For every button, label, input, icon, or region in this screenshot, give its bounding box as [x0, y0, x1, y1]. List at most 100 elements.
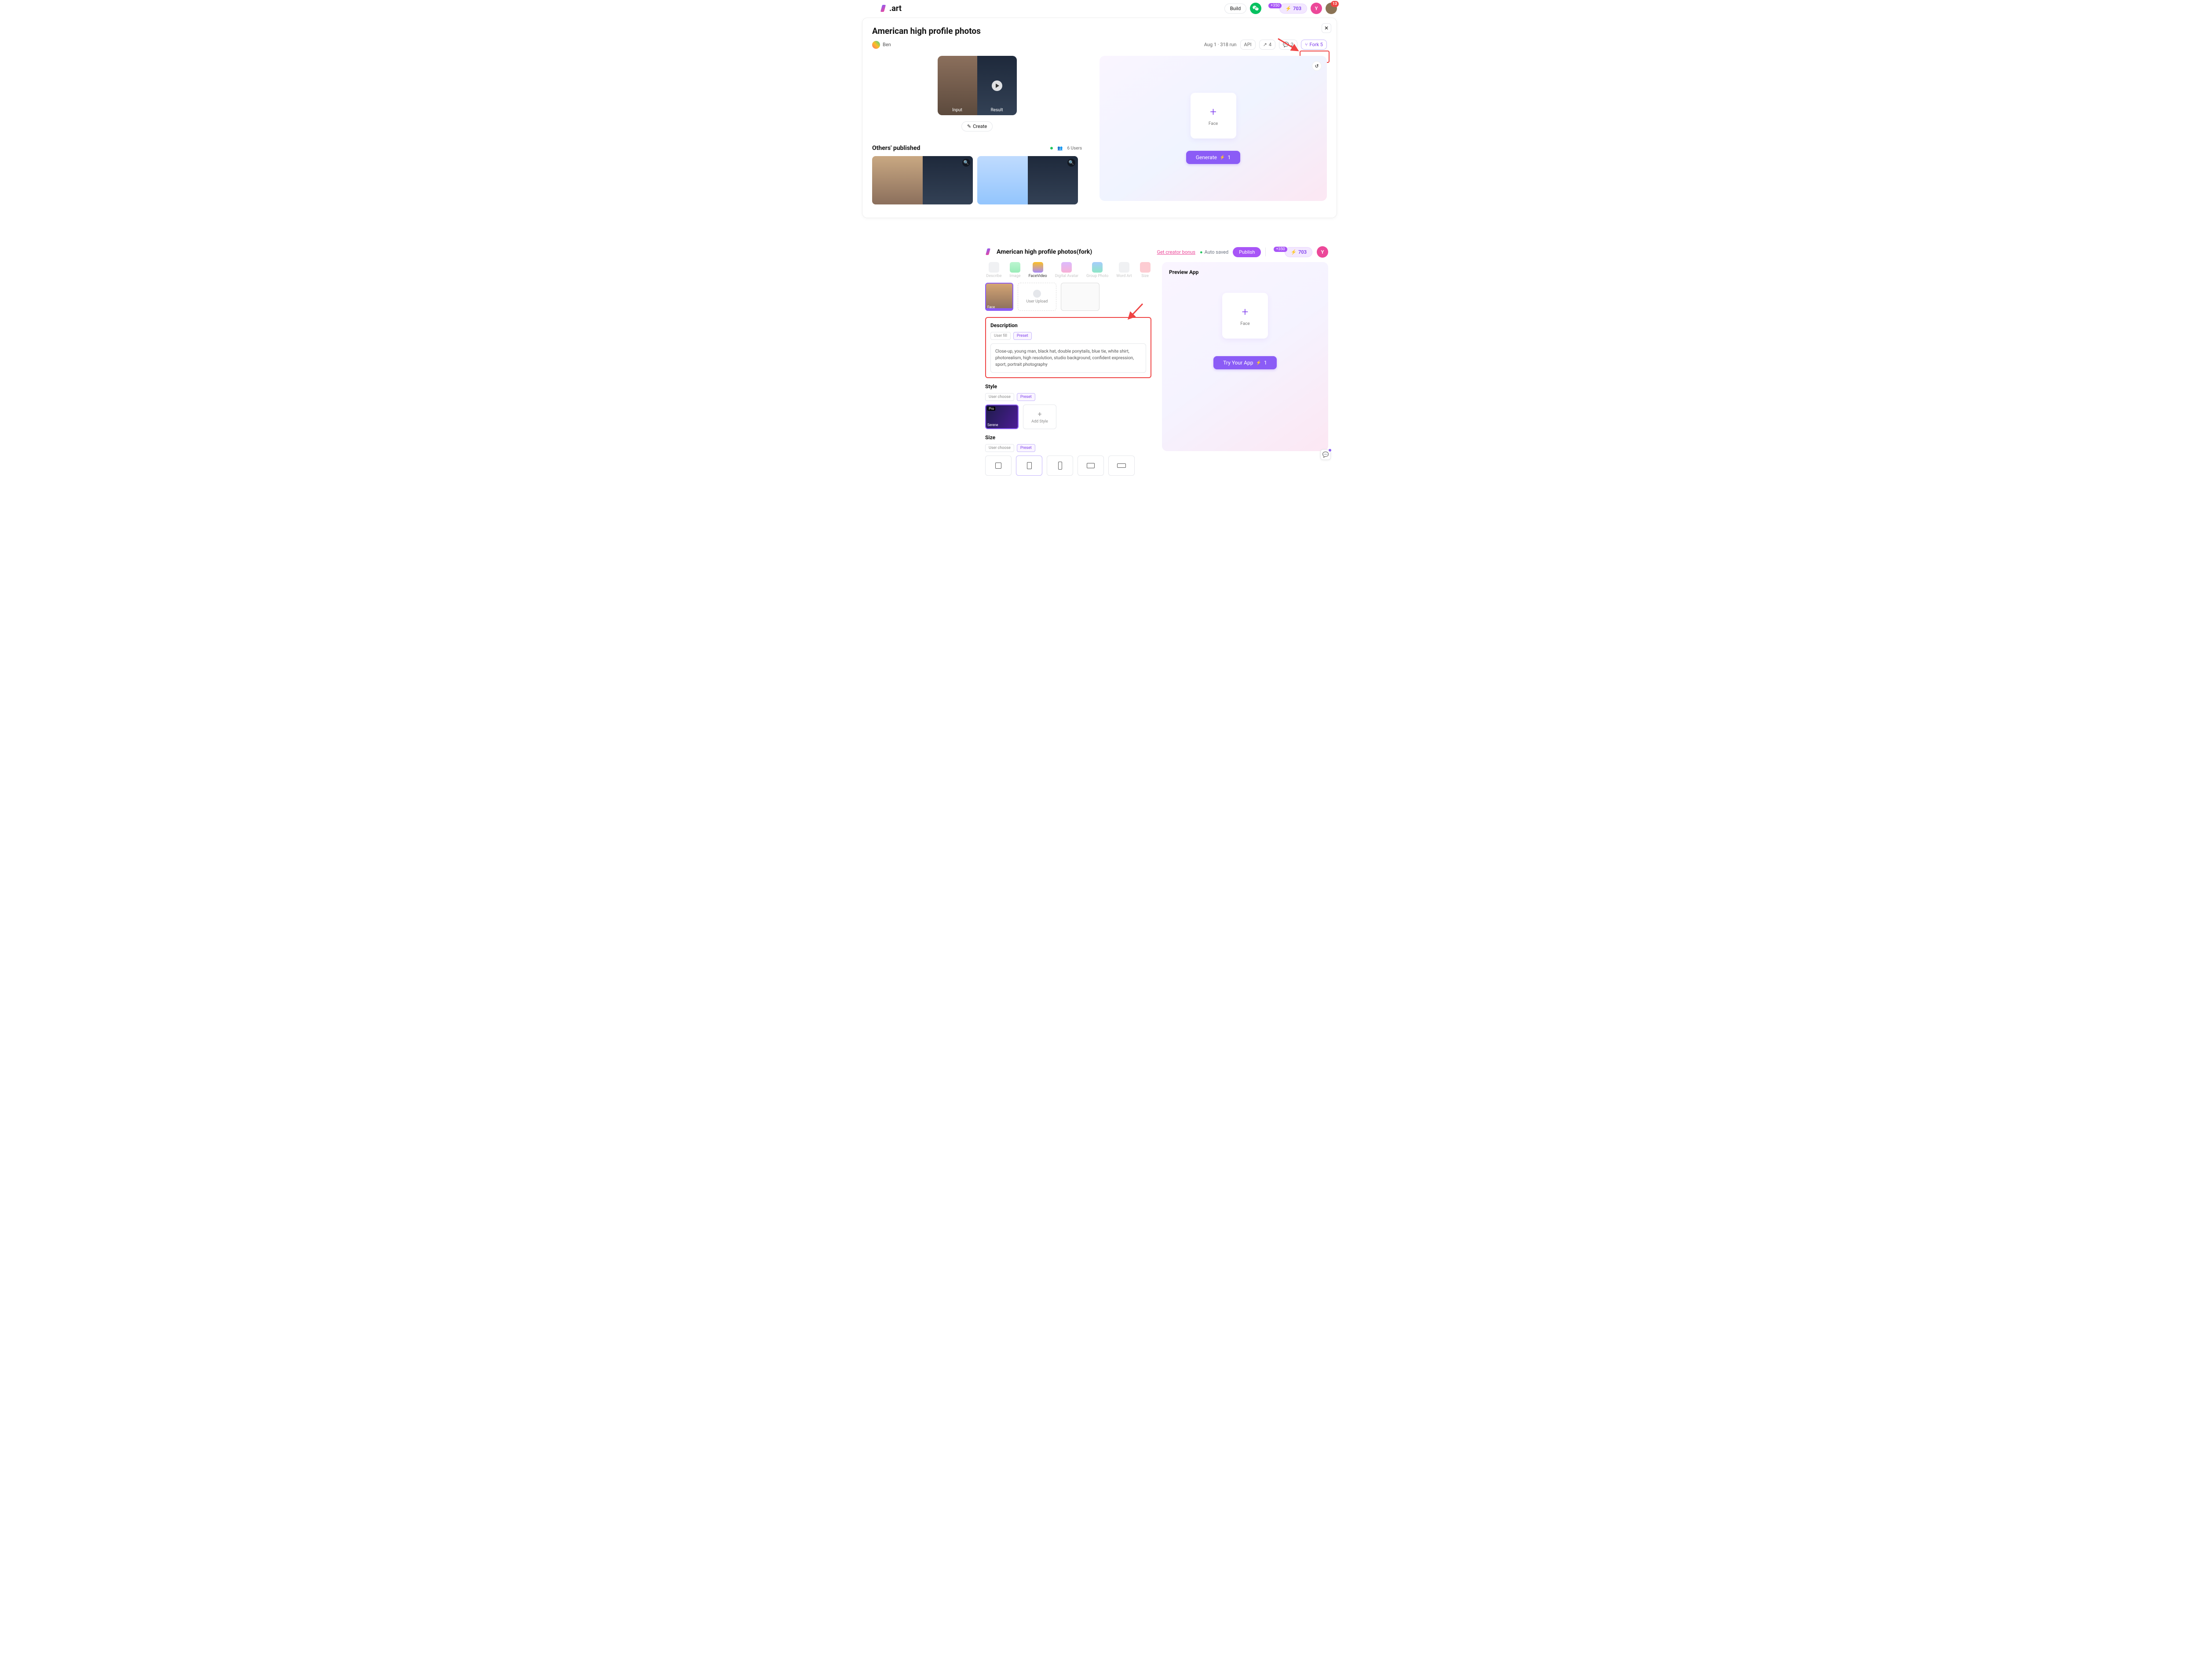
aspect-tall-icon	[1058, 462, 1062, 470]
wechat-icon[interactable]	[1250, 3, 1261, 14]
users-icon: 👥	[1057, 146, 1063, 151]
mode-userchoose[interactable]: User choose	[985, 393, 1014, 401]
tab-describe[interactable]: Describe	[986, 262, 1001, 278]
empty-slot[interactable]	[1061, 283, 1100, 311]
size-option-tall[interactable]	[1047, 456, 1073, 476]
app-logo[interactable]: .art	[880, 4, 902, 13]
users-count: 6 Users	[1067, 146, 1082, 151]
user-avatar[interactable]: Y	[1317, 246, 1328, 258]
date-runs: Aug 1 · 318 run	[1204, 42, 1237, 47]
fork-label: Fork 5	[1310, 42, 1323, 47]
wordart-icon	[1119, 262, 1129, 273]
size-tab-icon	[1140, 262, 1151, 273]
generate-button[interactable]: Generate ⚡ 1	[1186, 151, 1240, 164]
tab-image[interactable]: Image	[1010, 262, 1021, 278]
build-button[interactable]: Build	[1224, 4, 1246, 14]
tab-word-art[interactable]: Word Art	[1116, 262, 1132, 278]
group-photo-icon	[1092, 262, 1103, 273]
comment-button[interactable]: 💬 2	[1279, 40, 1297, 50]
aspect-landscape-icon	[1087, 463, 1095, 468]
aspect-wide-icon	[1117, 463, 1126, 468]
chat-icon: 💬	[1322, 452, 1329, 458]
comment-count: 2	[1291, 42, 1293, 47]
share-button[interactable]: ↗ 4	[1259, 40, 1275, 50]
notification-badge: 13	[1331, 1, 1339, 7]
mode-userfill[interactable]: User fill	[990, 332, 1011, 340]
close-icon: ✕	[1324, 25, 1329, 31]
magic-wand-icon: ✎	[967, 124, 971, 129]
tab-digital-avatar[interactable]: Digital Avatar	[1055, 262, 1078, 278]
author-name: Ben	[883, 42, 891, 47]
face-tag: Face	[987, 305, 995, 309]
tab-group-photo[interactable]: Group Photo	[1086, 262, 1108, 278]
create-button[interactable]: ✎ Create	[961, 121, 993, 131]
input-label: Input	[952, 108, 962, 113]
try-your-app-button[interactable]: Try Your App ⚡ 1	[1213, 356, 1276, 369]
user-avatar[interactable]: Y	[1311, 3, 1322, 14]
author-chip[interactable]: Ben	[872, 41, 891, 49]
size-title: Size	[985, 434, 1151, 441]
annotation-arrow-icon	[1124, 301, 1146, 323]
face-upload-dropzone[interactable]: + Face	[1191, 93, 1236, 138]
digital-avatar-icon	[1061, 262, 1072, 273]
aspect-portrait-icon	[1027, 462, 1032, 469]
play-icon[interactable]	[992, 80, 1002, 91]
description-title: Description	[990, 322, 1146, 328]
size-option-wide[interactable]	[1108, 456, 1135, 476]
comment-icon: 💬	[1283, 42, 1289, 47]
mode-preset[interactable]: Preset	[1017, 393, 1035, 401]
result-label: Result	[991, 108, 1003, 113]
share-icon: ↗	[1263, 42, 1267, 47]
user-icon	[1033, 290, 1041, 298]
style-preset-serene[interactable]: Pro Serene	[985, 405, 1019, 429]
description-textarea[interactable]: Close-up, young man, black hat, double p…	[990, 343, 1146, 373]
preview-title: Preview App	[1169, 269, 1321, 275]
size-option-portrait[interactable]	[1016, 456, 1042, 476]
tab-facevideo[interactable]: FaceVideo	[1029, 262, 1047, 278]
aspect-square-icon	[995, 463, 1001, 469]
style-pro-badge: Pro	[987, 407, 995, 411]
size-option-square[interactable]	[985, 456, 1012, 476]
credits-pill[interactable]: ⚡ 703	[1285, 247, 1312, 257]
logo-mark-icon	[985, 248, 993, 256]
zoom-icon[interactable]: 🔍	[1067, 159, 1075, 167]
api-button[interactable]: API	[1240, 40, 1256, 50]
size-option-landscape[interactable]	[1078, 456, 1104, 476]
credits-bonus-badge: +350	[1268, 3, 1282, 8]
editor-title: American high profile photos(fork)	[985, 248, 1092, 256]
publish-button[interactable]: Publish	[1233, 247, 1261, 257]
mode-userchoose[interactable]: User choose	[985, 444, 1014, 452]
bolt-icon: ⚡	[1256, 361, 1261, 365]
creator-bonus-link[interactable]: Get creator bonus	[1157, 249, 1195, 255]
credits-value: 703	[1293, 6, 1301, 11]
preview-face-dropzone[interactable]: + Face	[1222, 293, 1268, 339]
share-count: 4	[1269, 42, 1271, 47]
add-style-button[interactable]: + Add Style	[1023, 405, 1056, 429]
user-upload-slot[interactable]: User Upload	[1018, 283, 1056, 311]
input-output-preview[interactable]: Input Result	[938, 56, 1017, 115]
page-title: American high profile photos	[872, 26, 1327, 36]
plus-icon: +	[1242, 306, 1249, 319]
close-button[interactable]: ✕	[1322, 23, 1331, 33]
fork-button[interactable]: ⑂ Fork 5	[1301, 40, 1327, 50]
online-dot-icon	[1050, 147, 1053, 149]
help-button[interactable]: 💬	[1320, 449, 1331, 460]
secondary-avatar[interactable]: 13	[1326, 3, 1337, 14]
tab-size[interactable]: Size	[1140, 262, 1151, 278]
describe-icon	[989, 262, 999, 273]
clock-icon: ↺	[1315, 63, 1319, 69]
published-item[interactable]: 🔍	[872, 156, 973, 204]
history-button[interactable]: ↺	[1312, 61, 1322, 71]
logo-text: .art	[889, 4, 902, 13]
mode-preset[interactable]: Preset	[1017, 444, 1035, 452]
zoom-icon[interactable]: 🔍	[962, 159, 970, 167]
credits-pill[interactable]: ⚡ 703	[1279, 4, 1307, 14]
divider	[1265, 248, 1266, 256]
others-published-title: Others' published	[872, 145, 920, 152]
plus-icon: +	[1210, 106, 1216, 119]
style-title: Style	[985, 383, 1151, 390]
plus-icon: +	[1037, 410, 1041, 418]
face-thumbnail[interactable]: Face	[985, 283, 1013, 311]
published-item[interactable]: 🔍	[977, 156, 1078, 204]
mode-preset[interactable]: Preset	[1013, 332, 1032, 340]
